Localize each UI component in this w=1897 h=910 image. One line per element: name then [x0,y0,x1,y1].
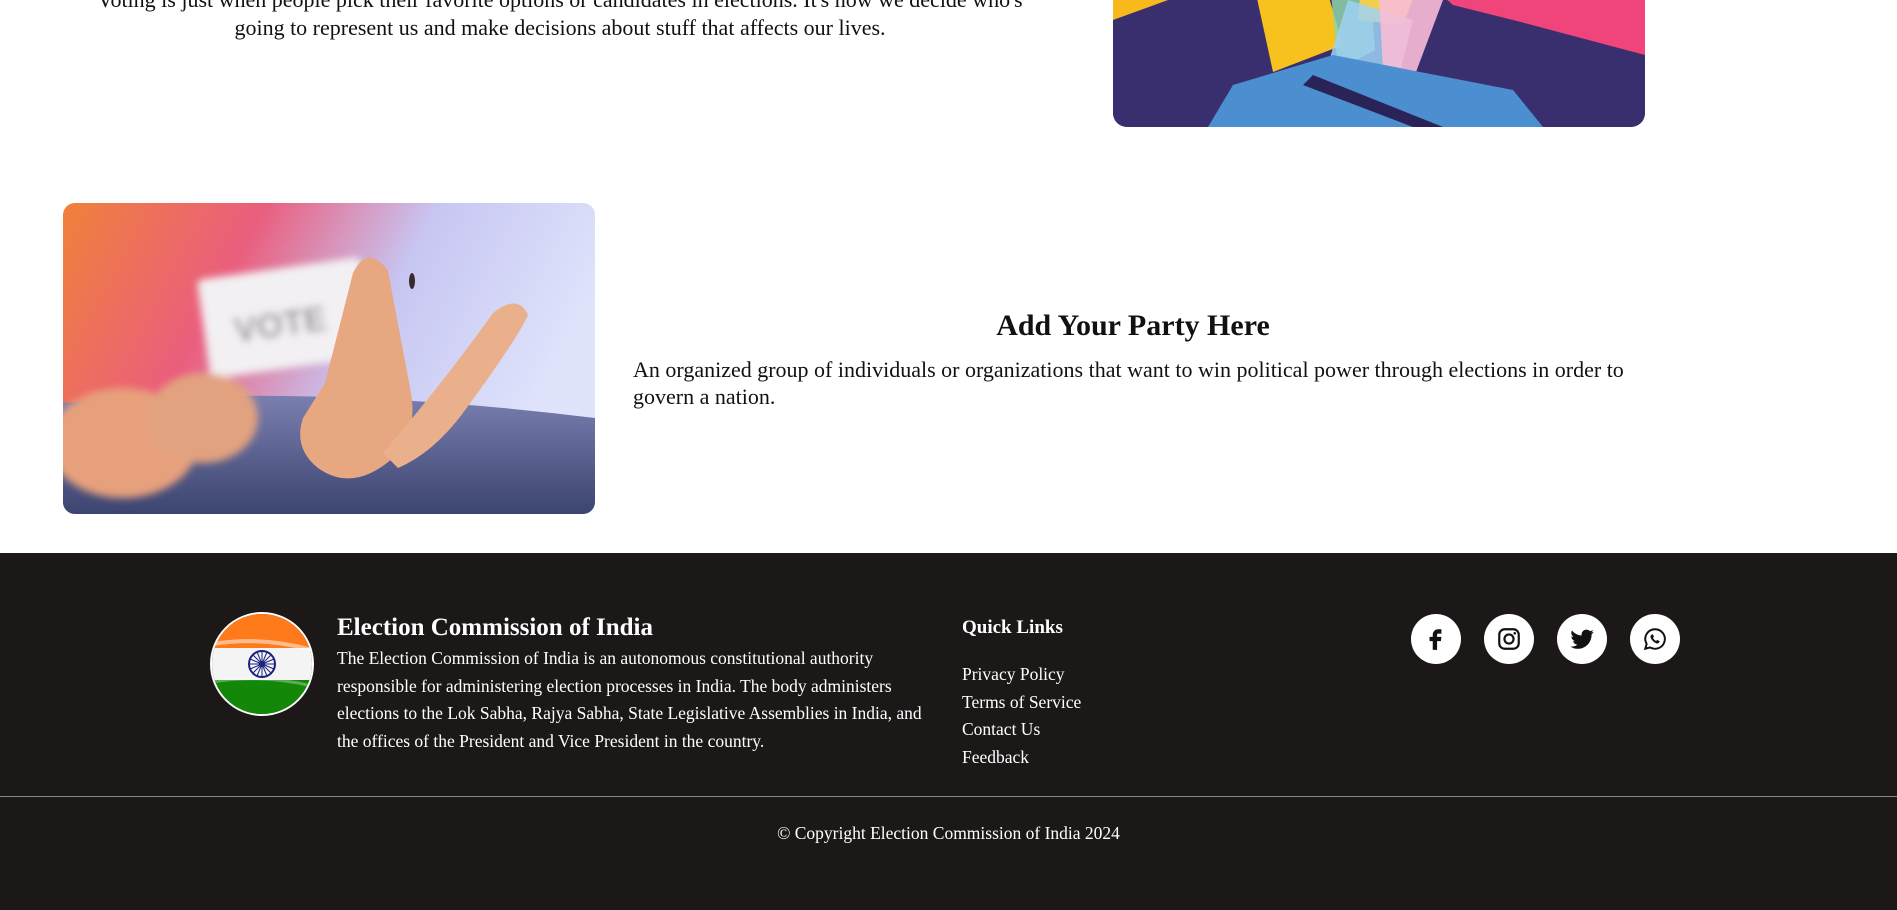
india-flag-logo [212,614,312,714]
footer-divider [0,796,1897,797]
quick-links-list: Privacy Policy Terms of Service Contact … [962,661,1081,771]
quick-link-terms-of-service[interactable]: Terms of Service [962,689,1081,717]
facebook-button[interactable] [1411,614,1461,664]
quick-link-privacy-policy[interactable]: Privacy Policy [962,661,1081,689]
quick-link-contact-us[interactable]: Contact Us [962,716,1081,744]
quick-link-feedback[interactable]: Feedback [962,744,1081,772]
intro-text: Voting is just when people pick their fa… [97,0,1022,40]
ballot-box-illustration [1113,0,1645,127]
instagram-button[interactable] [1484,614,1534,664]
org-title: Election Commission of India [337,614,654,641]
party-description: An organized group of individuals or org… [633,357,1624,409]
copyright-text: © Copyright Election Commission of India… [777,823,1120,843]
org-description: The Election Commission of India is an a… [337,648,922,751]
twitter-icon [1570,629,1594,649]
instagram-icon [1498,628,1520,650]
footer [0,553,1897,910]
whatsapp-icon [1643,628,1666,651]
quick-links-heading: Quick Links [962,617,1063,638]
party-title: Add Your Party Here [996,309,1270,342]
whatsapp-button[interactable] [1630,614,1680,664]
twitter-button[interactable] [1557,614,1607,664]
vote-photo: VOTE [63,203,595,514]
facebook-icon [1429,629,1442,650]
